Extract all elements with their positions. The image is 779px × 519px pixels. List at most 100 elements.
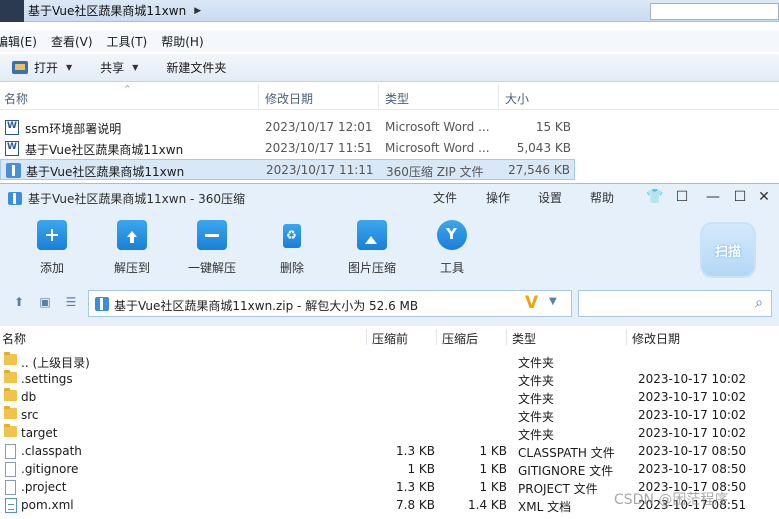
feedback-icon[interactable]: ☐: [672, 187, 692, 207]
file-modified: 2023/10/17 11:11: [266, 163, 374, 177]
archive-row[interactable]: .. (上级目录) 文件夹: [0, 352, 779, 370]
column-divider[interactable]: [258, 84, 259, 110]
column-type[interactable]: 类型: [385, 90, 409, 107]
entry-name: .project: [21, 480, 67, 494]
menu-action[interactable]: 操作: [486, 189, 510, 206]
thumbnail-view-icon[interactable]: ▣: [37, 294, 53, 310]
archive-row[interactable]: src 文件夹 2023-10-17 10:02: [0, 406, 779, 424]
image-compress-button[interactable]: 图片压缩: [337, 214, 407, 276]
chevron-down-icon[interactable]: ▼: [549, 296, 557, 307]
explorer-menu-bar: 编辑(E) 查看(V) 工具(T) 帮助(H): [0, 30, 779, 52]
archive-row[interactable]: .gitignore 1 KB 1 KB GITIGNORE 文件 2023-1…: [0, 460, 779, 478]
add-label: 添加: [39, 261, 64, 275]
explorer-search-box[interactable]: [650, 3, 779, 20]
share-button[interactable]: 共享 ▼: [100, 59, 138, 76]
entry-type: 文件夹: [518, 428, 555, 442]
entry-size-after: 1 KB: [479, 444, 507, 458]
column-name[interactable]: 名称: [4, 90, 28, 107]
file-icon: [5, 480, 16, 495]
entry-size-after: 1.4 KB: [468, 498, 507, 512]
entry-size-before: 1.3 KB: [396, 444, 435, 458]
share-label: 共享: [100, 61, 125, 75]
folder-icon: [4, 406, 17, 419]
column-compressed-before[interactable]: 压缩前: [372, 330, 408, 347]
entry-name: .classpath: [21, 444, 82, 458]
column-modified[interactable]: 修改日期: [265, 90, 313, 107]
v-logo-icon[interactable]: V: [525, 293, 538, 313]
archive-row[interactable]: db 文件夹 2023-10-17 10:02: [0, 388, 779, 406]
entry-size-before: 1 KB: [407, 462, 435, 476]
column-type[interactable]: 类型: [512, 330, 536, 347]
entry-name: target: [21, 426, 58, 440]
column-divider[interactable]: [498, 84, 499, 110]
image-compress-icon: [357, 220, 387, 250]
breadcrumb[interactable]: 基于Vue社区蔬果商城11xwn: [28, 2, 186, 19]
menu-view[interactable]: 查看(V): [51, 33, 93, 50]
archive-row[interactable]: .settings 文件夹 2023-10-17 10:02: [0, 370, 779, 388]
extract-to-label: 解压到: [113, 261, 150, 275]
file-row[interactable]: 基于Vue社区蔬果商城11xwn 2023/10/17 11:51 Micros…: [0, 138, 575, 159]
archive-search-input[interactable]: ⌕: [578, 290, 772, 317]
entry-name: .settings: [21, 372, 73, 386]
word-document-icon: [5, 120, 19, 135]
column-divider[interactable]: [506, 329, 507, 345]
delete-button[interactable]: 删除: [257, 214, 327, 276]
extract-to-button[interactable]: 解压到: [97, 214, 167, 276]
menu-settings[interactable]: 设置: [538, 189, 562, 206]
column-divider[interactable]: [378, 84, 379, 110]
open-label: 打开: [34, 61, 59, 75]
zip-title-bar[interactable]: 基于Vue社区蔬果商城11xwn - 360压缩 文件 操作 设置 帮助 👕 ☐…: [0, 184, 779, 212]
entry-type: PROJECT 文件: [518, 482, 598, 496]
column-divider[interactable]: [436, 329, 437, 345]
column-divider[interactable]: [626, 329, 627, 345]
entry-modified: 2023-10-17 10:02: [638, 408, 747, 422]
sort-asc-icon: ^: [124, 84, 131, 93]
list-view-icon[interactable]: ☰: [63, 294, 79, 310]
file-size: 5,043 KB: [516, 141, 571, 155]
one-click-extract-button[interactable]: 一键解压: [177, 214, 247, 276]
window-title: 基于Vue社区蔬果商城11xwn - 360压缩: [28, 192, 246, 206]
file-name: ssm环境部署说明: [25, 122, 122, 136]
column-compressed-after[interactable]: 压缩后: [442, 330, 478, 347]
menu-help[interactable]: 帮助: [590, 189, 614, 206]
folder-icon: [4, 424, 17, 437]
archive-path-field[interactable]: 基于Vue社区蔬果商城11xwn.zip - 解包大小为 52.6 MB V ▼: [88, 290, 572, 317]
minimize-icon[interactable]: —: [703, 187, 723, 207]
open-button[interactable]: 打开 ▼: [12, 59, 72, 76]
tools-button[interactable]: 工具: [417, 214, 487, 276]
new-folder-button[interactable]: 新建文件夹: [166, 59, 226, 76]
explorer-toolbar: 打开 ▼ 共享 ▼ 新建文件夹: [0, 54, 779, 82]
skin-icon[interactable]: 👕: [645, 187, 665, 207]
column-divider[interactable]: [366, 329, 367, 345]
entry-modified: 2023-10-17 10:02: [638, 390, 747, 404]
chevron-down-icon: ▼: [132, 63, 139, 72]
menu-edit[interactable]: 编辑(E): [0, 33, 37, 50]
archive-row[interactable]: target 文件夹 2023-10-17 10:02: [0, 424, 779, 442]
search-icon[interactable]: ⌕: [755, 295, 763, 311]
file-size: 27,546 KB: [508, 163, 570, 177]
file-row[interactable]: ssm环境部署说明 2023/10/17 12:01 Microsoft Wor…: [0, 117, 575, 138]
chevron-right-icon[interactable]: ▶: [194, 6, 201, 16]
menu-file[interactable]: 文件: [433, 189, 457, 206]
csdn-watermark: CSDN @困茫程序: [614, 492, 729, 508]
address-left-edge: [0, 0, 24, 22]
maximize-icon[interactable]: ☐: [730, 187, 750, 207]
column-name[interactable]: 名称: [2, 330, 26, 347]
entry-type: XML 文档: [518, 500, 572, 514]
explorer-address-bar[interactable]: 基于Vue社区蔬果商城11xwn ▶: [0, 0, 779, 22]
scan-button[interactable]: 扫描: [700, 222, 756, 278]
entry-size-before: 1.3 KB: [396, 480, 435, 494]
menu-help[interactable]: 帮助(H): [161, 33, 203, 50]
column-size[interactable]: 大小: [505, 90, 529, 107]
menu-tools[interactable]: 工具(T): [107, 33, 148, 50]
file-row-selected[interactable]: 基于Vue社区蔬果商城11xwn 2023/10/17 11:11 360压缩 …: [0, 159, 575, 180]
archive-column-header: 名称 压缩前 压缩后 类型 修改日期: [0, 326, 779, 348]
archive-row[interactable]: .classpath 1.3 KB 1 KB CLASSPATH 文件 2023…: [0, 442, 779, 460]
entry-name: .gitignore: [21, 462, 79, 476]
add-button[interactable]: 添加: [17, 214, 87, 276]
chevron-down-icon: ▼: [66, 63, 73, 72]
column-modified[interactable]: 修改日期: [632, 330, 680, 347]
file-type: 360压缩 ZIP 文件: [386, 165, 484, 179]
up-level-icon[interactable]: ⬆: [11, 294, 27, 310]
close-icon[interactable]: ✕: [754, 187, 774, 207]
